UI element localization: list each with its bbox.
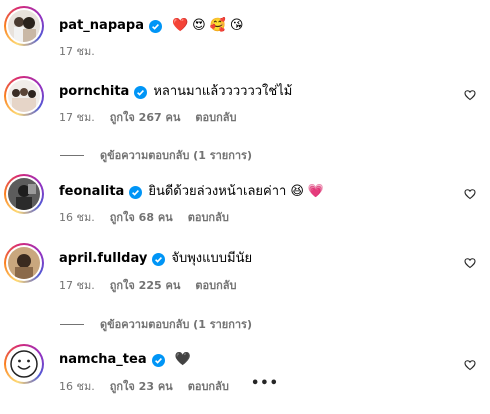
like-heart-icon[interactable] (464, 359, 476, 371)
comment-time: 16 ชม. (59, 211, 95, 224)
view-replies-button[interactable]: ดูข้อความตอบกลับ (1 รายการ) (60, 315, 252, 333)
likes-count[interactable]: ถูกใจ 225 คน (110, 276, 181, 294)
comment-time: 16 ชม. (59, 380, 95, 393)
divider (60, 323, 84, 325)
avatar[interactable] (4, 344, 44, 384)
comment-text: หลานมาแล้ววววววใช่ไม้ (153, 84, 293, 99)
likes-count[interactable]: ถูกใจ 23 คน (110, 377, 173, 395)
avatar[interactable] (4, 174, 44, 214)
username[interactable]: pornchita (59, 84, 129, 100)
emoji: 🥰 (209, 18, 226, 33)
view-replies-label: ดูข้อความตอบกลับ (1 รายการ) (100, 318, 252, 331)
emoji: ❤️ (171, 18, 189, 33)
like-heart-icon[interactable] (464, 257, 476, 269)
username[interactable]: pat_napapa (59, 18, 144, 34)
like-heart-icon[interactable] (464, 188, 476, 200)
comment-time: 17 ชม. (59, 111, 95, 124)
verified-badge-icon (134, 85, 148, 99)
username[interactable]: feonalita (59, 184, 124, 200)
likes-count[interactable]: ถูกใจ 68 คน (110, 208, 173, 226)
comment-text: ยินดีด้วยล่วงหน้าเลยค่าา (148, 184, 287, 199)
reply-button[interactable]: ตอบกลับ (188, 377, 229, 395)
comment-time: 17 ชม. (59, 279, 95, 292)
avatar[interactable] (4, 76, 44, 116)
post-time: 17 ชม. (59, 45, 95, 58)
avatar[interactable] (4, 243, 44, 283)
username[interactable]: namcha_tea (59, 352, 147, 368)
emoji: 😍 (192, 18, 206, 33)
verified-badge-icon (129, 185, 143, 199)
likes-count[interactable]: ถูกใจ 267 คน (110, 108, 181, 126)
reply-button[interactable]: ตอบกลับ (195, 108, 236, 126)
reply-button[interactable]: ตอบกลับ (195, 276, 236, 294)
view-replies-button[interactable]: ดูข้อความตอบกลับ (1 รายการ) (60, 146, 252, 164)
more-options-icon[interactable]: ••• (251, 376, 279, 391)
avatar[interactable] (4, 6, 44, 46)
divider (60, 154, 84, 156)
emoji: 🖤 (174, 352, 191, 367)
view-replies-label: ดูข้อความตอบกลับ (1 รายการ) (100, 149, 252, 162)
like-heart-icon[interactable] (464, 89, 476, 101)
comment-text: จับพุงแบบมีนัย (171, 251, 253, 266)
emoji: 💗 (307, 184, 325, 199)
verified-badge-icon (151, 353, 165, 367)
reply-button[interactable]: ตอบกลับ (188, 208, 229, 226)
emoji: 😆 (290, 184, 304, 199)
verified-badge-icon (152, 252, 166, 266)
username[interactable]: april.fullday (59, 251, 147, 267)
emoji: 😘 (229, 18, 244, 33)
verified-badge-icon (148, 19, 162, 33)
